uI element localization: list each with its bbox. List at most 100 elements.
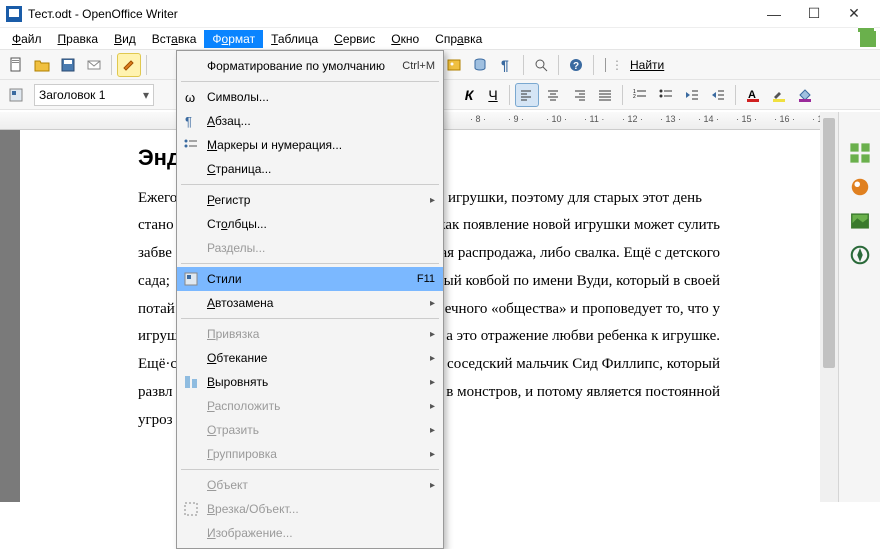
font-color-button[interactable]: A [741, 83, 765, 107]
right-sidebar [838, 112, 880, 502]
minimize-button[interactable]: — [754, 2, 794, 26]
paragraph-style-value: Заголовок 1 [39, 88, 105, 102]
save-button[interactable] [56, 53, 80, 77]
toolbar-separator [622, 85, 623, 105]
menu-item--[interactable]: Выровнять▸ [177, 370, 443, 394]
maximize-button[interactable]: ☐ [794, 2, 834, 26]
menu-item--: Группировка▸ [177, 442, 443, 466]
background-color-button[interactable] [793, 83, 817, 107]
bullet-list-button[interactable] [654, 83, 678, 107]
menu-item--: Врезка/Объект... [177, 497, 443, 521]
toolbar-separator [605, 58, 606, 72]
menu-item-label: Расположить [207, 399, 424, 413]
align-right-button[interactable] [567, 83, 591, 107]
menu-окно[interactable]: Окно [383, 30, 427, 48]
paragraph-style-combo[interactable]: Заголовок 1 [34, 84, 154, 106]
menu-separator [181, 263, 439, 264]
scrollbar-thumb[interactable] [823, 118, 835, 368]
menu-item-label: Символы... [207, 90, 435, 104]
svg-text:¶: ¶ [501, 57, 509, 73]
ruler-tick: · 9 · [508, 114, 524, 124]
ruler-tick: · 8 · [470, 114, 486, 124]
styles-sidebar-icon[interactable] [849, 176, 871, 198]
edit-button[interactable] [117, 53, 141, 77]
window-controls: — ☐ ✕ [754, 2, 874, 26]
format-menu-dropdown: Форматирование по умолчаниюCtrl+M ωСимвол… [176, 50, 444, 549]
menu-item--[interactable]: Обтекание▸ [177, 346, 443, 370]
menu-справка[interactable]: Справка [427, 30, 490, 48]
ruler-tick: · 15 · [736, 114, 757, 124]
menu-item-label: Страница... [207, 162, 435, 176]
menu-item-label: Маркеры и нумерация... [207, 138, 435, 152]
menu-item-label: Абзац... [207, 114, 435, 128]
find-label[interactable]: Найти [630, 58, 664, 72]
bullets-icon [181, 137, 201, 153]
menu-item--: Объект▸ [177, 473, 443, 497]
menu-item--: Отразить ▸ [177, 418, 443, 442]
frame-icon [181, 501, 201, 517]
new-document-button[interactable] [4, 53, 28, 77]
submenu-arrow-icon: ▸ [430, 329, 435, 340]
menu-item--[interactable]: Регистр▸ [177, 188, 443, 212]
menu-вид[interactable]: Вид [106, 30, 144, 48]
menu-таблица[interactable]: Таблица [263, 30, 326, 48]
menu-separator [181, 469, 439, 470]
menu-item--[interactable]: Форматирование по умолчаниюCtrl+M [177, 54, 443, 78]
ruler-tick: · 11 · [584, 114, 604, 124]
ruler-tick: · 16 · [774, 114, 795, 124]
menu-item--[interactable]: Автозамена ▸ [177, 291, 443, 315]
datasource-button[interactable] [468, 53, 492, 77]
menu-item--[interactable]: ¶Абзац... [177, 109, 443, 133]
close-button[interactable]: ✕ [834, 2, 874, 26]
menu-item-label: Автозамена [207, 296, 424, 310]
menu-item-label: Столбцы... [207, 217, 435, 231]
help-button[interactable]: ? [564, 53, 588, 77]
openoffice-icon [860, 31, 876, 47]
menu-правка[interactable]: Правка [50, 30, 107, 48]
email-button[interactable] [82, 53, 106, 77]
styles-toolbar-button[interactable] [4, 83, 28, 107]
navigator-sidebar-icon[interactable] [849, 244, 871, 266]
numbered-list-button[interactable]: 12 [628, 83, 652, 107]
open-button[interactable] [30, 53, 54, 77]
submenu-arrow-icon: ▸ [430, 377, 435, 388]
menu-сервис[interactable]: Сервис [326, 30, 383, 48]
menu-формат[interactable]: Формат [204, 30, 263, 48]
align-left-button[interactable] [515, 83, 539, 107]
menu-item--: Расположить ▸ [177, 394, 443, 418]
submenu-arrow-icon: ▸ [430, 195, 435, 206]
italic-button[interactable]: К [458, 87, 480, 103]
underline-button[interactable]: Ч [482, 87, 504, 103]
decrease-indent-button[interactable] [680, 83, 704, 107]
submenu-arrow-icon: ▸ [430, 401, 435, 412]
menu-item-label: Привязка [207, 327, 424, 341]
toolbar-separator [146, 55, 147, 75]
highlight-color-button[interactable] [767, 83, 791, 107]
toolbar-separator [593, 55, 594, 75]
vertical-scrollbar[interactable] [820, 112, 838, 502]
submenu-arrow-icon: ▸ [430, 425, 435, 436]
increase-indent-button[interactable] [706, 83, 730, 107]
menu-item-label: Обтекание [207, 351, 424, 365]
nonprinting-button[interactable]: ¶ [494, 53, 518, 77]
submenu-arrow-icon: ▸ [430, 298, 435, 309]
submenu-arrow-icon: ▸ [430, 449, 435, 460]
menu-файл[interactable]: Файл [4, 30, 50, 48]
menu-separator [181, 318, 439, 319]
ruler-tick: · 13 · [660, 114, 681, 124]
align-justify-button[interactable] [593, 83, 617, 107]
zoom-button[interactable] [529, 53, 553, 77]
menu-item--[interactable]: СтилиF11 [177, 267, 443, 291]
menu-item--[interactable]: Маркеры и нумерация... [177, 133, 443, 157]
menu-вставка[interactable]: Вставка [144, 30, 205, 48]
gallery-button[interactable] [442, 53, 466, 77]
align-center-button[interactable] [541, 83, 565, 107]
menu-item--[interactable]: ωСимволы... [177, 85, 443, 109]
properties-icon[interactable] [849, 142, 871, 164]
ruler-tick: · 10 · [546, 114, 567, 124]
menu-item--[interactable]: Столбцы... [177, 212, 443, 236]
menu-item-label: Изображение... [207, 526, 435, 540]
menu-item-label: Отразить [207, 423, 424, 437]
menu-item--[interactable]: Страница... [177, 157, 443, 181]
gallery-sidebar-icon[interactable] [849, 210, 871, 232]
